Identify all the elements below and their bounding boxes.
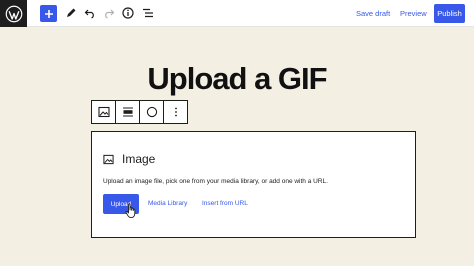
more-vertical-icon [174, 107, 177, 117]
post-title[interactable]: Upload a GIF [0, 61, 474, 97]
undo-button[interactable] [82, 4, 98, 22]
circle-icon [146, 106, 157, 118]
list-view-icon [143, 8, 153, 18]
block-type-button[interactable] [92, 101, 116, 123]
wordpress-logo-icon [5, 5, 22, 22]
redo-icon [105, 9, 115, 19]
list-view-button[interactable] [140, 4, 156, 22]
undo-icon [84, 9, 94, 19]
duotone-button[interactable] [140, 101, 164, 123]
plus-icon [44, 9, 53, 18]
image-block-label: Image [122, 152, 156, 166]
image-block-placeholder: Image Upload an image file, pick one fro… [91, 131, 416, 238]
block-toolbar [91, 100, 188, 124]
align-button[interactable] [116, 101, 140, 123]
block-options-button[interactable] [164, 101, 187, 123]
save-draft-button[interactable]: Save draft [356, 4, 390, 22]
image-block-instructions: Upload an image file, pick one from your… [103, 178, 328, 185]
add-block-button[interactable] [40, 5, 57, 22]
publish-button[interactable]: Publish [434, 4, 465, 23]
redo-button[interactable] [101, 4, 117, 22]
media-library-button[interactable]: Media Library [148, 200, 187, 207]
details-button[interactable] [120, 4, 136, 22]
tools-button[interactable] [63, 4, 79, 22]
align-icon [122, 107, 133, 117]
image-icon [97, 106, 110, 118]
insert-from-url-button[interactable]: Insert from URL [202, 200, 248, 207]
preview-button[interactable]: Preview [400, 4, 427, 22]
image-block-header: Image [103, 152, 155, 166]
top-toolbar: Save draft Preview Publish [0, 0, 474, 27]
pencil-icon [67, 8, 76, 17]
wordpress-logo[interactable] [0, 0, 27, 27]
image-icon [103, 154, 114, 164]
hand-cursor-icon [125, 203, 136, 219]
info-icon [122, 7, 134, 19]
